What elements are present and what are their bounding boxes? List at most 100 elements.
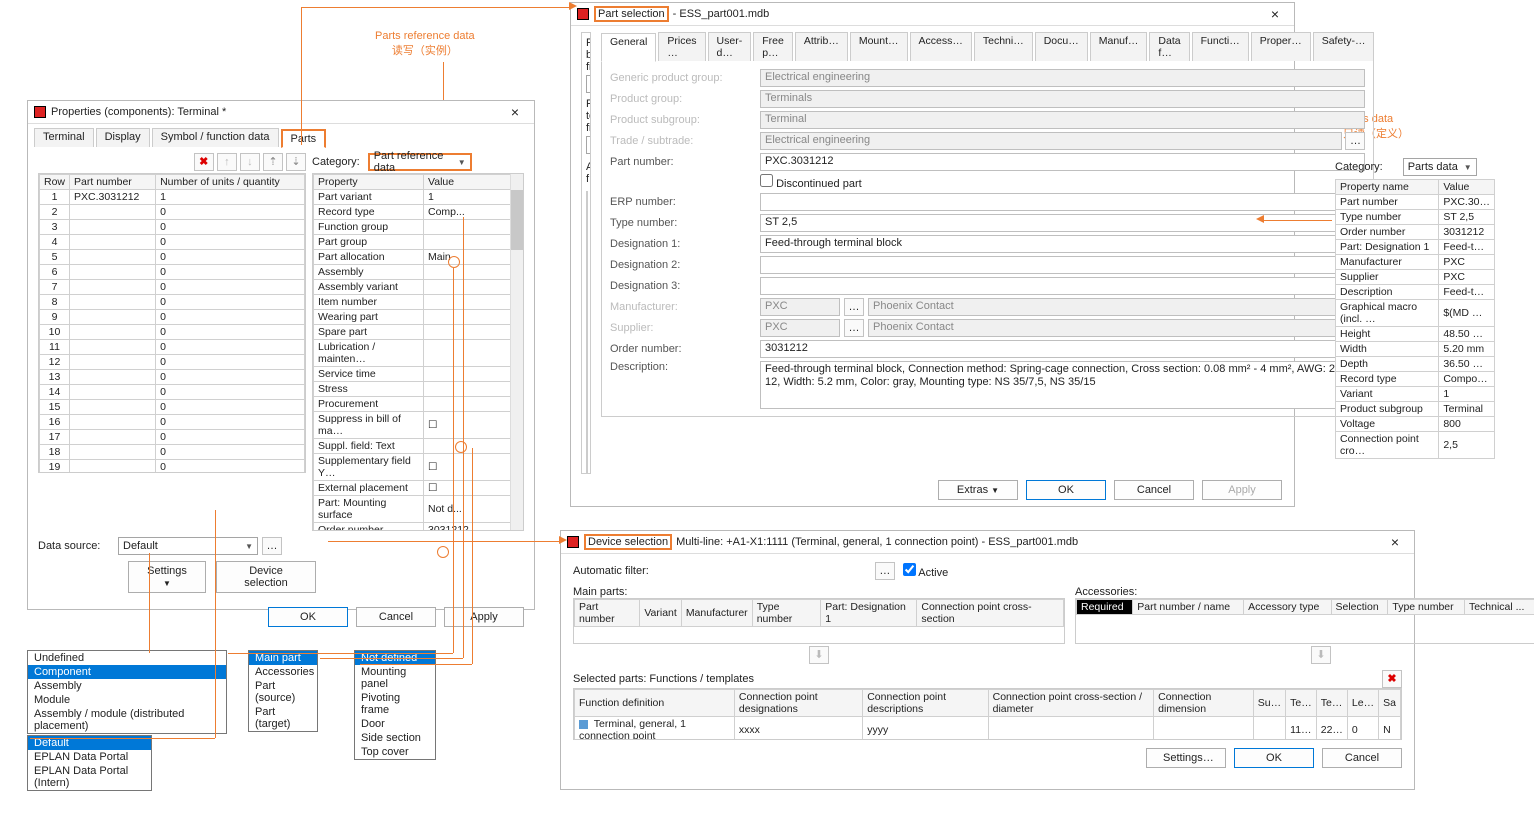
- dropdown-item[interactable]: Accessories: [249, 665, 317, 679]
- cell[interactable]: yyyy: [863, 717, 988, 741]
- tab-symbol[interactable]: Symbol / function data: [152, 128, 279, 147]
- dropdown-item[interactable]: Component: [28, 665, 226, 679]
- field-filter-combo[interactable]: - Not activated -▼: [586, 75, 591, 93]
- tree-node[interactable]: −Inductors: [587, 312, 588, 327]
- tree-node[interactable]: −Measuring ins: [587, 357, 588, 372]
- move-up-icon[interactable]: ⇡: [263, 153, 283, 171]
- tree-node[interactable]: −PLC: [587, 402, 588, 417]
- table-row[interactable]: Lubrication / mainten…: [314, 340, 523, 367]
- detail-tab[interactable]: Access…: [910, 32, 972, 61]
- auto-filter-browse[interactable]: …: [875, 562, 895, 580]
- col-header[interactable]: Part number / name: [1133, 600, 1244, 615]
- table-row[interactable]: Item number: [314, 295, 523, 310]
- col-header[interactable]: Property: [314, 175, 424, 190]
- table-row[interactable]: Spare part: [314, 325, 523, 340]
- col-header[interactable]: Su…: [1253, 690, 1285, 717]
- extras-button[interactable]: Extras ▼: [938, 480, 1018, 500]
- order-number-field[interactable]: 3031212: [760, 340, 1365, 358]
- detail-tab[interactable]: Free p…: [753, 32, 793, 61]
- dropdown-item[interactable]: Part (target): [249, 705, 317, 731]
- tab-display[interactable]: Display: [96, 128, 150, 147]
- tree-node[interactable]: −Protection de: [587, 447, 588, 462]
- discontinued-checkbox[interactable]: Discontinued part: [760, 174, 862, 190]
- parts-list-table[interactable]: RowPart numberNumber of units / quantity…: [39, 174, 305, 473]
- delete-icon[interactable]: ✖: [194, 153, 214, 171]
- table-row[interactable]: 60: [40, 265, 305, 280]
- mounting-surface-options[interactable]: Not definedMounting panelPivoting frameD…: [354, 650, 436, 760]
- table-row[interactable]: 130: [40, 370, 305, 385]
- record-type-options[interactable]: UndefinedComponentAssemblyModuleAssembly…: [27, 650, 227, 734]
- table-row[interactable]: Part group: [314, 235, 523, 250]
- data-source-combo[interactable]: Default▼: [118, 537, 258, 555]
- tree-node[interactable]: −Component: [587, 237, 588, 252]
- table-row[interactable]: Service time: [314, 367, 523, 382]
- col-header[interactable]: Type number: [1388, 600, 1465, 615]
- col-header[interactable]: Connection point cross-section: [917, 600, 1064, 627]
- table-row[interactable]: Part variant1: [314, 190, 523, 205]
- col-header[interactable]: Type number: [752, 600, 821, 627]
- detail-tab[interactable]: Functi…: [1192, 32, 1249, 61]
- move-down-icon[interactable]: ⬇: [809, 646, 829, 664]
- scrollbar[interactable]: [510, 174, 523, 530]
- tree-node[interactable]: −Plugs: [587, 417, 588, 432]
- data-source-options[interactable]: DefaultEPLAN Data PortalEPLAN Data Porta…: [27, 735, 152, 791]
- detail-tab[interactable]: Prices …: [658, 32, 705, 61]
- detail-tab[interactable]: Manuf…: [1090, 32, 1148, 61]
- dropdown-item[interactable]: Module: [28, 693, 226, 707]
- detail-tab[interactable]: User-d…: [708, 32, 752, 61]
- table-row[interactable]: 180: [40, 445, 305, 460]
- col-header[interactable]: Variant: [640, 600, 682, 627]
- tree-node[interactable]: −Relays, contac: [587, 462, 588, 474]
- tab-terminal[interactable]: Terminal: [34, 128, 94, 147]
- category-combo[interactable]: Part reference data▼: [368, 153, 472, 171]
- ok-button[interactable]: OK: [1026, 480, 1106, 500]
- table-row[interactable]: Wearing part: [314, 310, 523, 325]
- table-row[interactable]: External placement☐: [314, 481, 523, 496]
- detail-tab[interactable]: Safety-…: [1313, 32, 1375, 61]
- cell[interactable]: 11…: [1286, 717, 1317, 741]
- cell[interactable]: [1154, 717, 1254, 741]
- col-header[interactable]: Connection point descriptions: [863, 690, 988, 717]
- col-header[interactable]: Accessory type: [1244, 600, 1331, 615]
- col-header[interactable]: Connection dimension: [1154, 690, 1254, 717]
- table-row[interactable]: 190: [40, 460, 305, 474]
- device-selection-button[interactable]: Device selection: [216, 561, 316, 593]
- dropdown-item[interactable]: Pivoting frame: [355, 691, 435, 717]
- table-row[interactable]: 20: [40, 205, 305, 220]
- tree-node[interactable]: −Connections: [587, 267, 588, 282]
- desig3-field[interactable]: [760, 277, 1365, 295]
- detail-tab[interactable]: Attrib…: [795, 32, 848, 61]
- remove-icon[interactable]: ✖: [1382, 670, 1402, 688]
- col-header[interactable]: Manufacturer: [681, 600, 752, 627]
- tab-parts[interactable]: Parts: [281, 129, 327, 148]
- description-field[interactable]: Feed-through terminal block, Connection …: [760, 361, 1365, 409]
- dropdown-item[interactable]: Assembly: [28, 679, 226, 693]
- detail-tabs[interactable]: GeneralPrices …User-d…Free p…Attrib…Moun…: [601, 32, 1374, 61]
- col-header[interactable]: Part number: [70, 175, 156, 190]
- tree-node[interactable]: −Assembly: [587, 222, 588, 237]
- tree-node[interactable]: −Light: [587, 327, 588, 342]
- table-row[interactable]: 1PXC.30312121: [40, 190, 305, 205]
- dropdown-item[interactable]: Assembly / module (distributed placement…: [28, 707, 226, 733]
- move-down-icon[interactable]: ⬇: [1311, 646, 1331, 664]
- fulltext-input[interactable]: [586, 136, 591, 154]
- arrow-down-icon[interactable]: ↓: [240, 153, 260, 171]
- arrow-up-icon[interactable]: ↑: [217, 153, 237, 171]
- table-row[interactable]: 110: [40, 340, 305, 355]
- parts-tree[interactable]: −Parts−Electrical engineerin−Assembly−Co…: [586, 191, 588, 474]
- table-row[interactable]: Function group: [314, 220, 523, 235]
- col-header[interactable]: Te…: [1286, 690, 1317, 717]
- ok-button[interactable]: OK: [1234, 748, 1314, 768]
- col-header[interactable]: Part number: [575, 600, 640, 627]
- dropdown-item[interactable]: Undefined: [28, 651, 226, 665]
- detail-tab[interactable]: Docu…: [1035, 32, 1088, 61]
- active-checkbox[interactable]: Active: [903, 563, 948, 579]
- cell[interactable]: 22…: [1316, 717, 1347, 741]
- tree-node[interactable]: −Electrical engi: [587, 297, 588, 312]
- table-row[interactable]: 120: [40, 355, 305, 370]
- close-icon[interactable]: ×: [502, 104, 528, 120]
- table-row[interactable]: Stress: [314, 382, 523, 397]
- col-header[interactable]: Required: [1077, 600, 1133, 615]
- dropdown-item[interactable]: Side section: [355, 731, 435, 745]
- part-allocation-options[interactable]: Main partAccessoriesPart (source)Part (t…: [248, 650, 318, 732]
